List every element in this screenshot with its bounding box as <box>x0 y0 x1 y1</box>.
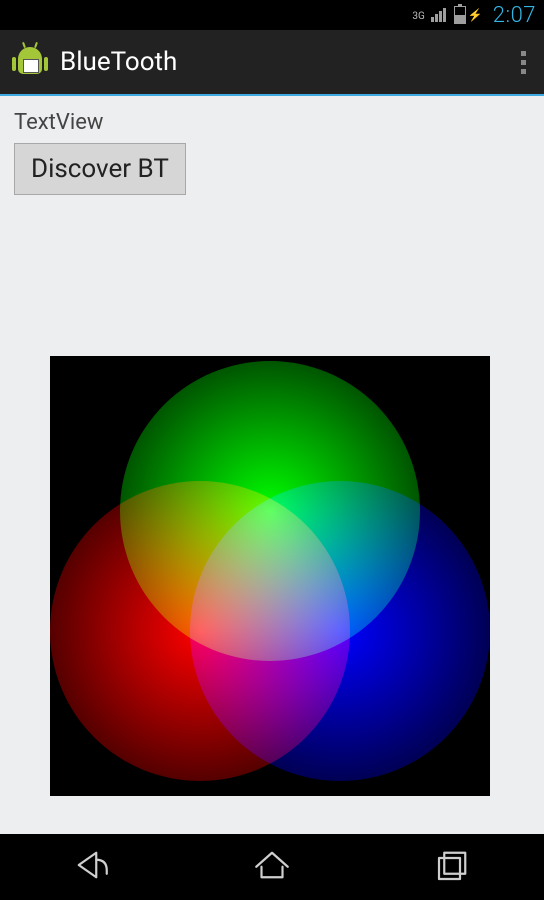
discover-bt-button[interactable]: Discover BT <box>14 143 186 195</box>
network-type-label: 3G <box>412 11 424 22</box>
navigation-bar <box>0 834 544 900</box>
device-frame: 3G ⚡ 2:07 BlueTooth TextView Discover BT <box>0 0 544 900</box>
app-title: BlueTooth <box>60 47 503 77</box>
status-bar: 3G ⚡ 2:07 <box>0 0 544 30</box>
content-area: TextView Discover BT <box>0 94 544 834</box>
battery-icon <box>454 6 466 24</box>
clock-label: 2:07 <box>493 3 536 28</box>
home-button[interactable] <box>221 836 323 898</box>
textview-label: TextView <box>14 110 530 135</box>
recent-apps-button[interactable] <box>402 836 504 898</box>
signal-bars-icon <box>431 8 446 22</box>
network-indicator: 3G <box>412 7 424 23</box>
back-button[interactable] <box>40 836 142 898</box>
action-bar: BlueTooth <box>0 30 544 94</box>
overflow-menu-button[interactable] <box>515 45 532 80</box>
app-icon <box>12 44 48 80</box>
charging-icon: ⚡ <box>468 8 483 22</box>
rgb-venn-image <box>50 356 490 796</box>
